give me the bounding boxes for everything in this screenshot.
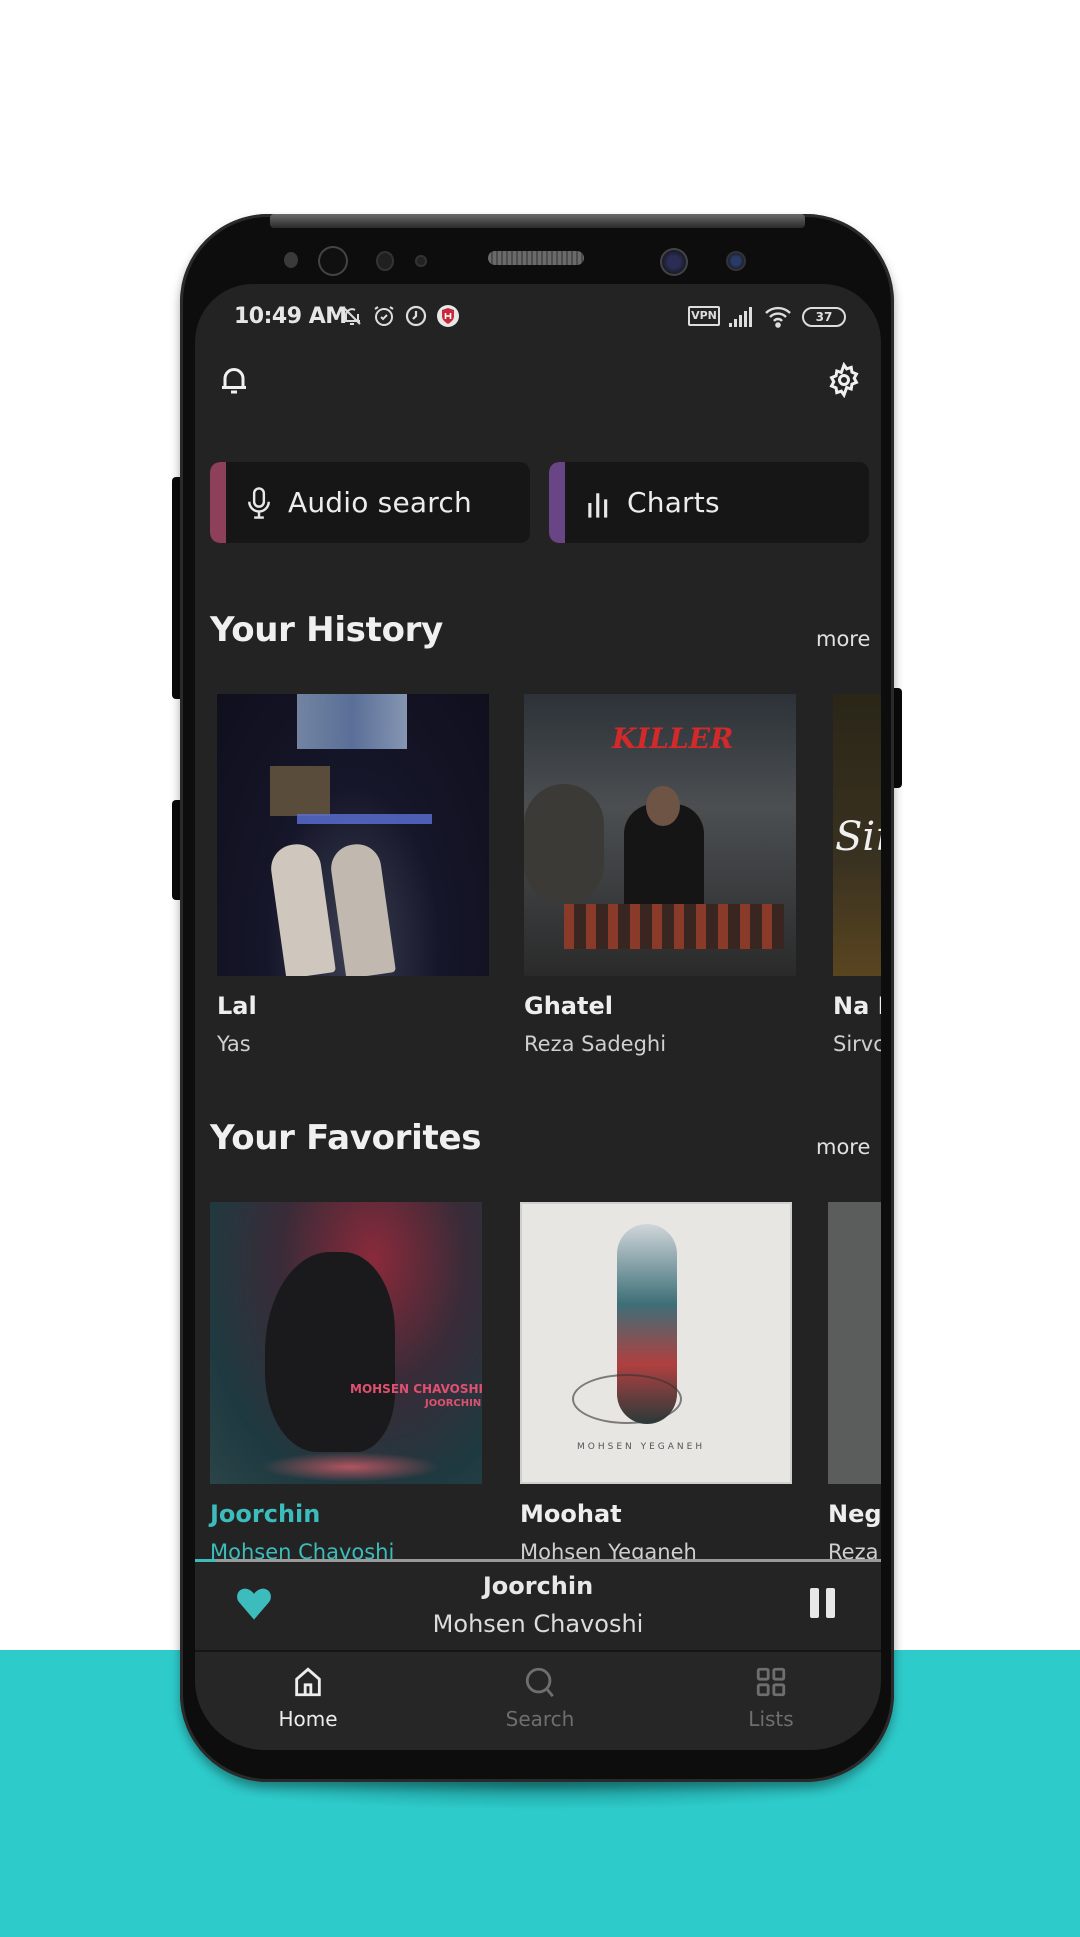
- nav-search-label: Search: [505, 1707, 575, 1731]
- front-camera-secondary: [726, 251, 746, 271]
- history-card[interactable]: KILLER Ghatel Reza Sadeghi: [524, 694, 796, 1056]
- history-card[interactable]: Sir Na I Sirvc: [833, 694, 881, 1056]
- phone-screen: 10:49 AM VPN 37 Audio search Charts Your…: [195, 284, 881, 1750]
- favorite-card[interactable]: MOHSEN YEGANEH Moohat Mohsen Yeganeh: [520, 1202, 792, 1564]
- favorite-card[interactable]: Neg Reza: [828, 1202, 881, 1564]
- home-icon: [295, 1667, 321, 1697]
- favorite-card-active[interactable]: MOHSEN CHAVOSHI JOORCHIN Joorchin Mohsen…: [210, 1202, 482, 1564]
- cover-text: MOHSEN CHAVOSHI: [350, 1382, 482, 1396]
- search-icon: [525, 1667, 554, 1698]
- cover-subtext: JOORCHIN: [425, 1398, 482, 1409]
- grid-icon: [756, 1667, 786, 1697]
- now-playing-artist: Mohsen Chavoshi: [432, 1610, 644, 1638]
- album-cover: KILLER: [524, 694, 796, 976]
- wifi-icon: [765, 306, 791, 328]
- album-cover: [217, 694, 489, 976]
- charts-label: Charts: [627, 486, 720, 519]
- cover-text: MOHSEN YEGANEH: [577, 1442, 706, 1452]
- playback-progress[interactable]: [195, 1559, 881, 1562]
- gear-icon[interactable]: [826, 362, 862, 398]
- album-cover: MOHSEN YEGANEH: [520, 1202, 792, 1484]
- bell-off-icon: [343, 307, 361, 325]
- pause-icon[interactable]: [808, 1586, 838, 1620]
- vpn-icon: VPN: [688, 306, 720, 326]
- card-title: Lal: [217, 992, 257, 1020]
- sensor: [376, 251, 394, 271]
- nav-lists[interactable]: Lists: [701, 1665, 841, 1731]
- nav-home-label: Home: [278, 1707, 338, 1731]
- bell-icon[interactable]: [216, 362, 252, 398]
- status-time: 10:49 AM: [234, 304, 347, 329]
- favorites-more-link[interactable]: more: [816, 1135, 870, 1159]
- card-title: Ghatel: [524, 992, 613, 1020]
- album-cover: Sir: [833, 694, 881, 976]
- card-artist: Reza Sadeghi: [524, 1032, 667, 1056]
- card-artist: Sirvc: [833, 1032, 881, 1056]
- alarm-icon: [374, 306, 394, 326]
- history-more-link[interactable]: more: [816, 627, 870, 651]
- accent-stripe: [549, 462, 565, 543]
- front-camera: [660, 248, 688, 276]
- card-title: Joorchin: [210, 1500, 321, 1528]
- card-artist: Yas: [217, 1032, 251, 1056]
- microphone-icon: [248, 486, 270, 519]
- now-playing-title: Joorchin: [482, 1572, 594, 1600]
- card-title: Na I: [833, 992, 881, 1020]
- nav-home[interactable]: Home: [238, 1665, 378, 1731]
- playback-progress-fill: [195, 1559, 216, 1562]
- album-cover: MOHSEN CHAVOSHI JOORCHIN: [210, 1202, 482, 1484]
- history-title: Your History: [210, 610, 443, 650]
- favorites-title: Your Favorites: [210, 1118, 482, 1158]
- accent-stripe: [210, 462, 226, 543]
- audio-search-label: Audio search: [288, 486, 472, 519]
- battery-icon: 37: [802, 307, 846, 327]
- card-title: Neg: [828, 1500, 881, 1528]
- audio-search-button[interactable]: Audio search: [210, 462, 530, 543]
- history-card[interactable]: Lal Yas: [217, 694, 489, 1056]
- sensor: [284, 252, 298, 268]
- nav-search[interactable]: Search: [470, 1665, 610, 1731]
- card-title: Moohat: [520, 1500, 622, 1528]
- bar-chart-icon: [588, 492, 608, 518]
- charts-button[interactable]: Charts: [549, 462, 869, 543]
- cover-text: Sir: [835, 814, 881, 860]
- sensor: [415, 255, 427, 267]
- nav-lists-label: Lists: [748, 1707, 794, 1731]
- phone-top-trim: [270, 214, 805, 228]
- iris-sensor: [318, 246, 348, 276]
- shield-app-icon: [437, 305, 459, 327]
- earpiece-speaker: [488, 251, 584, 265]
- timer-icon: [405, 305, 427, 327]
- cover-text: KILLER: [612, 722, 734, 755]
- signal-icon: [729, 307, 752, 327]
- album-cover: [828, 1202, 881, 1484]
